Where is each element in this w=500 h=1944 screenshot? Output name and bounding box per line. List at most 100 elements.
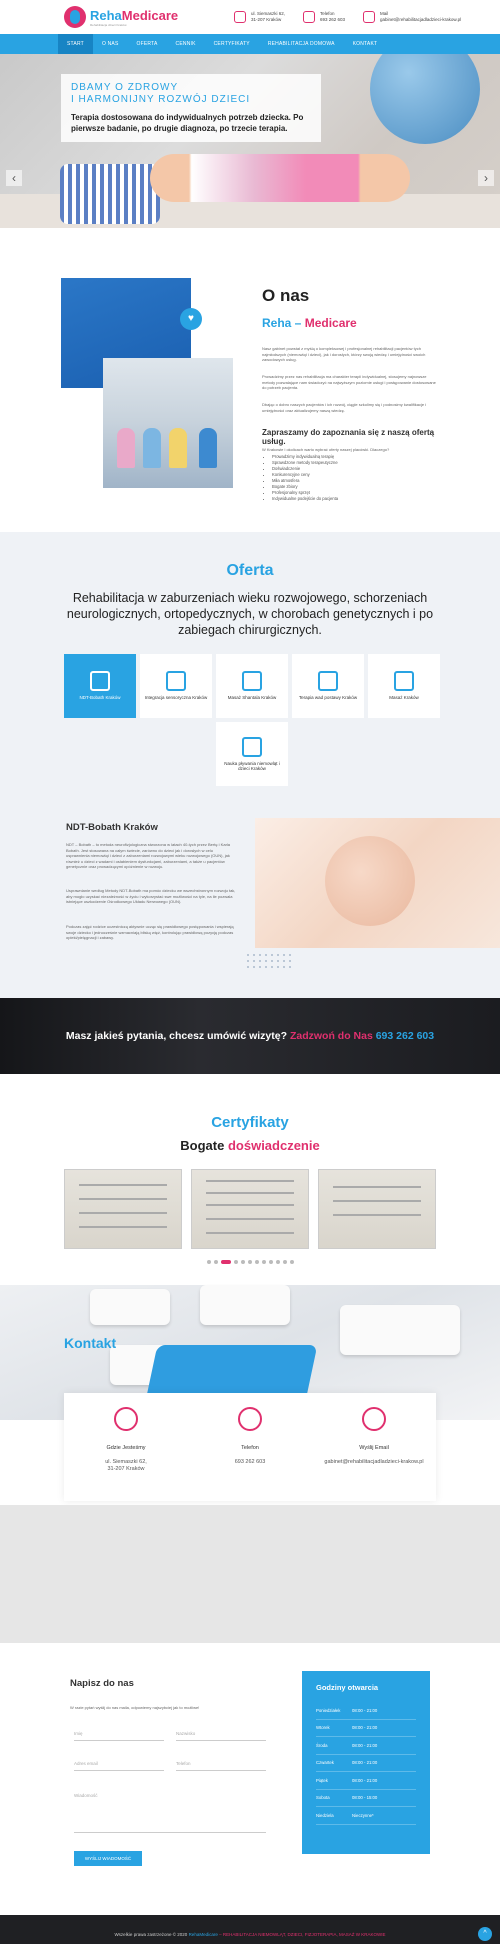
slider-next-button[interactable]: › <box>478 170 494 186</box>
logo-icon <box>64 6 86 28</box>
carousel-dot[interactable] <box>233 1260 238 1264</box>
offer-card[interactable]: Masaż Shantala Kraków <box>216 654 288 718</box>
list-item: Indywidualne podejście do pacjenta <box>272 496 338 502</box>
nav-item-kontakt[interactable]: Kontakt <box>344 34 387 54</box>
logo-text: RehaMedicare <box>90 7 179 23</box>
swimming-icon <box>242 736 262 757</box>
nav-item-o-nas[interactable]: O nas <box>93 34 128 54</box>
email-field[interactable]: Adres email <box>74 1757 164 1771</box>
top-header: RehaMedicare Rehabilitacja dzieci Kraków… <box>0 0 500 34</box>
photo-figure <box>143 428 161 468</box>
hours-row: Sobota 08:00 - 15:00 <box>316 1790 416 1807</box>
hours-row: Czwartek 08:00 - 21:00 <box>316 1755 416 1772</box>
name-field[interactable]: Imię <box>74 1727 164 1741</box>
offer-card[interactable]: Integracja sensoryczna Kraków <box>140 654 212 718</box>
certificates-subtitle: Bogate doświadczenie <box>180 1138 320 1153</box>
offer-lead: Rehabilitacja w zaburzeniach wieku rozwo… <box>66 591 434 637</box>
about-paragraph: Nasz gabinet powstał z myślą o komplekso… <box>262 346 426 362</box>
footer-copyright: Wszelkie prawa zastrzeżone © 2020 RehaMe… <box>114 1932 386 1937</box>
carousel-dot[interactable] <box>282 1260 287 1264</box>
phone-field[interactable]: Telefon <box>176 1757 266 1771</box>
map-placeholder[interactable] <box>0 1505 500 1643</box>
offer-card[interactable]: Terapia wad postawy Kraków <box>292 654 364 718</box>
hero-caption: DBAMY O ZDROWY I HARMONIJNY ROZWÓJ DZIECI… <box>61 74 321 142</box>
contact-card-phone[interactable]: Telefon 693 262 603 <box>188 1393 312 1501</box>
about-photo <box>103 358 233 488</box>
nav-item-cennik[interactable]: Cennik <box>167 34 205 54</box>
footer-brand-link[interactable]: RehaMedicare <box>189 1932 218 1937</box>
certificate-image[interactable] <box>64 1169 182 1249</box>
carousel-dot[interactable] <box>261 1260 266 1264</box>
offer-card[interactable]: Masaż Kraków <box>368 654 440 718</box>
carousel-dot[interactable] <box>247 1260 252 1264</box>
heart-icon: ♥ <box>180 308 202 330</box>
scroll-to-top-button[interactable]: ^ <box>478 1927 492 1941</box>
decorative-dots <box>245 952 295 972</box>
photo-figure <box>117 428 135 468</box>
form-section: Napisz do nas W razie pytań wyślij do na… <box>0 1643 500 1915</box>
photo-baby <box>325 836 415 926</box>
logo[interactable]: RehaMedicare Rehabilitacja dzieci Kraków <box>64 6 204 28</box>
hero-slider: DBAMY O ZDROWY I HARMONIJNY ROZWÓJ DZIECI… <box>0 54 500 228</box>
phone-icon <box>303 11 316 23</box>
surname-field[interactable]: Nazwisko <box>176 1727 266 1741</box>
nav-item-rehabilitacja-domowa[interactable]: Rehabilitacja domowa <box>259 34 344 54</box>
hero-child-shirt <box>60 164 160 224</box>
offer-card[interactable]: NDT-Bobath Kraków <box>64 654 136 718</box>
offer-cards: NDT-Bobath Kraków Integracja sensoryczna… <box>62 654 442 786</box>
send-button[interactable]: WYŚLIJ WIADOMOŚĆ <box>74 1851 142 1866</box>
contact-title: Kontakt <box>64 1335 117 1351</box>
carousel-dot[interactable] <box>289 1260 294 1264</box>
carousel-dot-active[interactable] <box>220 1260 231 1264</box>
cta-text: Masz jakieś pytania, chcesz umówić wizyt… <box>65 1030 435 1042</box>
mail-icon <box>362 1407 386 1431</box>
header-phone[interactable]: Telefon 693 262 603 <box>303 11 345 23</box>
ndt-icon <box>90 671 110 692</box>
massage-icon <box>242 671 262 692</box>
carousel-dot[interactable] <box>254 1260 259 1264</box>
certificates-section: Certyfikaty Bogate doświadczenie <box>0 1074 500 1285</box>
nav-item-certyfikaty[interactable]: Certyfikaty <box>205 34 259 54</box>
hours-row: Wtorek 08:00 - 21:00 <box>316 1720 416 1737</box>
hours-row: Niedziela Nieczynne* <box>316 1807 416 1825</box>
carousel-dot[interactable] <box>213 1260 218 1264</box>
nav-item-start[interactable]: Start <box>58 34 93 54</box>
contact-cards: Gdzie Jesteśmy ul. Siemaszki 62, 31-207 … <box>64 1393 436 1501</box>
certificate-image[interactable] <box>191 1169 309 1249</box>
about-list: Prowadzimy indywidualną terapię Sprawdzo… <box>272 454 338 502</box>
carousel-dot[interactable] <box>268 1260 273 1264</box>
header-email[interactable]: Mail gabinet@rehabilitacjadladzieci-krako… <box>363 11 461 23</box>
offer-card[interactable]: Nauka pływania niemowląt i dzieci Kraków <box>216 722 288 786</box>
keyboard-key <box>90 1289 170 1325</box>
about-subtitle: Reha – Medicare <box>262 316 357 330</box>
sensory-icon <box>166 671 186 692</box>
message-field[interactable]: Wiadomość <box>74 1789 266 1833</box>
opening-hours-title: Godziny otwarcia <box>316 1683 379 1692</box>
massage-icon <box>394 671 414 692</box>
carousel-dot[interactable] <box>206 1260 211 1264</box>
nav-item-oferta[interactable]: Oferta <box>128 34 167 54</box>
keyboard-key <box>340 1305 460 1355</box>
about-heading: Zapraszamy do zapoznania się z naszą ofe… <box>262 428 435 446</box>
location-icon <box>234 11 246 23</box>
about-section: ♥ O nas Reha – Medicare Nasz gabinet pow… <box>0 228 500 532</box>
carousel-dot[interactable] <box>275 1260 280 1264</box>
cta-banner: Masz jakieś pytania, chcesz umówić wizyt… <box>0 998 500 1074</box>
slider-prev-button[interactable]: ‹ <box>6 170 22 186</box>
contact-card-location: Gdzie Jesteśmy ul. Siemaszki 62, 31-207 … <box>64 1393 188 1501</box>
hero-lead: Terapia dostosowana do indywidualnych po… <box>71 113 304 133</box>
logo-tagline: Rehabilitacja dzieci Kraków <box>90 22 127 27</box>
ndt-photo <box>255 818 500 948</box>
carousel-dot[interactable] <box>240 1260 245 1264</box>
certificate-image[interactable] <box>318 1169 436 1249</box>
form-title: Napisz do nas <box>70 1678 134 1689</box>
form-note: W razie pytań wyślij do nas maila, odpow… <box>70 1705 200 1710</box>
contact-section: Kontakt Gdzie Jesteśmy ul. Siemaszki 62,… <box>0 1285 500 1643</box>
contact-card-email[interactable]: Wyślij Email gabinet@rehabilitacjadladzi… <box>312 1393 436 1501</box>
page: RehaMedicare Rehabilitacja dzieci Kraków… <box>0 0 500 1944</box>
ndt-paragraph: Usprawnianie według Metody NDT-Bobath ma… <box>66 888 236 904</box>
cta-phone-link[interactable]: 693 262 603 <box>376 1030 434 1042</box>
location-icon <box>114 1407 138 1431</box>
hours-row: Piątek 08:00 - 21:00 <box>316 1772 416 1790</box>
about-list-intro: W Krakowie i okolicach warto wybrać ofer… <box>262 447 390 452</box>
